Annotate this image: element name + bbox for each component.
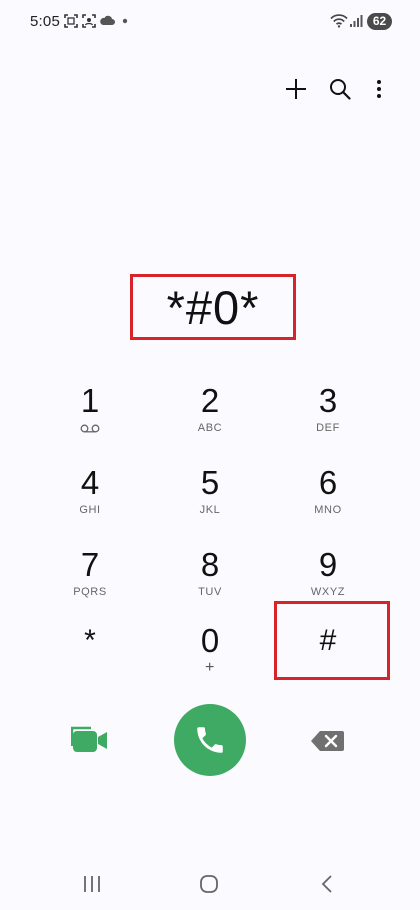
key-letters: PQRS <box>73 586 107 598</box>
dialed-number-display[interactable]: *#0* <box>130 274 296 340</box>
key-letters: GHI <box>79 504 101 516</box>
recents-icon <box>84 876 100 892</box>
key-digit: 6 <box>318 464 338 501</box>
add-icon <box>286 79 306 99</box>
wifi-icon <box>330 14 348 28</box>
status-time: 5:05 <box>30 13 60 30</box>
video-call-button[interactable] <box>68 722 112 758</box>
notification-dot-icon <box>122 18 128 24</box>
key-digit: 7 <box>80 546 100 583</box>
key-1[interactable]: 1 <box>35 380 145 454</box>
more-options-button[interactable] <box>364 74 394 104</box>
key-letters: MNO <box>314 504 342 516</box>
key-letters: TUV <box>198 586 222 598</box>
cloud-icon <box>100 15 115 25</box>
key-digit: 0 <box>200 622 220 659</box>
video-call-icon <box>71 726 107 752</box>
key-digit: * <box>84 624 96 657</box>
key-letters: DEF <box>316 422 340 434</box>
key-0[interactable]: 0 + <box>155 620 265 694</box>
more-options-icon <box>377 80 381 98</box>
add-contact-button[interactable] <box>281 74 311 104</box>
status-bar: 5:05 62 <box>0 0 420 42</box>
key-star[interactable]: * <box>35 620 145 694</box>
backspace-icon <box>311 731 344 751</box>
key-digit: 2 <box>200 382 220 419</box>
key-digit: 1 <box>80 382 100 419</box>
back-button[interactable] <box>307 870 347 898</box>
call-button[interactable] <box>174 704 246 776</box>
battery-level: 62 <box>367 13 392 30</box>
key-plus: + <box>205 659 215 676</box>
dialed-number-text: *#0* <box>166 280 260 334</box>
signal-icon <box>350 15 363 27</box>
key-digit: 9 <box>318 546 338 583</box>
key-8[interactable]: 8 TUV <box>155 544 265 618</box>
back-icon <box>321 875 332 893</box>
key-2[interactable]: 2 ABC <box>155 380 265 454</box>
key-4[interactable]: 4 GHI <box>35 462 145 536</box>
key-digit: # <box>319 624 337 657</box>
key-digit: 8 <box>200 546 220 583</box>
home-button[interactable] <box>189 870 229 898</box>
key-letters: WXYZ <box>310 586 346 598</box>
key-digit: 3 <box>318 382 338 419</box>
home-icon <box>200 875 218 893</box>
key-hash[interactable]: # <box>273 620 383 694</box>
search-icon <box>330 79 351 100</box>
key-7[interactable]: 7 PQRS <box>35 544 145 618</box>
key-letters: ABC <box>197 422 223 434</box>
search-button[interactable] <box>325 74 355 104</box>
key-5[interactable]: 5 JKL <box>155 462 265 536</box>
recents-button[interactable] <box>72 870 112 898</box>
key-digit: 5 <box>200 464 220 501</box>
screen-recorder-icon <box>82 14 96 28</box>
screenshot-icon <box>64 14 78 28</box>
key-letters: JKL <box>199 504 221 516</box>
key-6[interactable]: 6 MNO <box>273 462 383 536</box>
backspace-button[interactable] <box>306 726 350 756</box>
key-3[interactable]: 3 DEF <box>273 380 383 454</box>
key-digit: 4 <box>80 464 100 501</box>
voicemail-icon <box>80 421 100 435</box>
phone-icon <box>197 727 223 753</box>
